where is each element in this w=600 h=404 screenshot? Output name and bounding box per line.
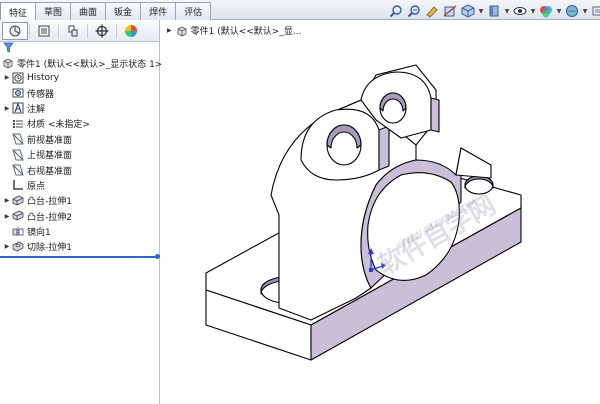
mirror-icon	[12, 226, 24, 238]
tree-item-label: History	[27, 72, 60, 83]
manager-tabs	[0, 20, 159, 42]
featuremanager-panel: 零件1 (默认<<默认>_显示状态 1>) ▶ History 传感器 ▶ 注解…	[0, 20, 166, 404]
tree-item-boss-extrude1[interactable]: ▶ 凸台-拉伸1	[0, 193, 159, 208]
tree-item-cut-extrude1[interactable]: ▶ 切除-拉伸1	[0, 239, 159, 254]
rollback-bar[interactable]	[0, 254, 160, 259]
tree-root-part[interactable]: 零件1 (默认<<默认>_显示状态 1>)	[0, 56, 166, 70]
plane-icon	[12, 133, 24, 145]
tree-item-label: 镜向1	[27, 228, 51, 239]
tree-item-label: 原点	[27, 181, 46, 192]
tree-item-label: 切除-拉伸1	[27, 243, 72, 254]
annotations-icon	[12, 102, 24, 114]
feature-tree: 零件1 (默认<<默认>_显示状态 1>) ▶ History 传感器 ▶ 注解…	[0, 56, 166, 259]
plane-icon	[12, 149, 24, 161]
tree-item-label: 上视基准面	[27, 151, 73, 162]
apply-scene-dropdown-icon[interactable]: ▼	[582, 4, 588, 18]
part-model-view[interactable]	[161, 20, 600, 404]
tree-item-label: 前视基准面	[27, 135, 73, 146]
tree-filter[interactable]	[0, 42, 159, 56]
filter-icon[interactable]	[3, 42, 14, 56]
tab-evaluate[interactable]: 评估	[175, 2, 212, 20]
view-orientation-icon[interactable]	[460, 4, 476, 18]
display-style-dropdown-icon[interactable]: ▼	[504, 4, 510, 18]
tree-item-annotations[interactable]: ▶ 注解	[0, 101, 159, 116]
previous-view-icon[interactable]	[424, 4, 440, 18]
tree-item-right-plane[interactable]: 右视基准面	[0, 162, 159, 177]
display-style-icon[interactable]	[486, 4, 502, 18]
expand-arrow-icon[interactable]: ▶	[2, 197, 12, 204]
tree-item-front-plane[interactable]: 前视基准面	[0, 132, 159, 147]
edit-appearance-dropdown-icon[interactable]: ▼	[556, 4, 562, 18]
configurationmanager-icon[interactable]	[60, 22, 86, 40]
tree-item-origin[interactable]: 原点	[0, 178, 159, 193]
tab-sheet-metal[interactable]: 钣金	[105, 2, 142, 20]
tree-item-material[interactable]: 材质 <未指定>	[0, 116, 159, 131]
command-manager-tabs: 特征 草图 曲面 钣金 焊件 评估	[0, 2, 212, 21]
extrude-cut-icon	[12, 241, 24, 253]
tree-item-label: 凸台-拉伸2	[27, 212, 72, 223]
tree-item-history[interactable]: ▶ History	[0, 70, 159, 85]
history-icon	[12, 72, 24, 84]
display-manager-icon[interactable]	[118, 22, 144, 40]
part-icon	[2, 57, 14, 69]
graphics-area[interactable]: ▶ 零件1 (默认<<默认>_显... 软件自学网 WWW.RJZXW.COM	[161, 20, 600, 404]
expand-arrow-icon[interactable]: ▶	[2, 74, 12, 81]
command-manager-tab-strip: 特征 草图 曲面 钣金 焊件 评估 ▼ ▼ ▼ ▼ ▼	[0, 0, 600, 21]
tree-item-sensors[interactable]: 传感器	[0, 85, 159, 100]
view-settings-icon[interactable]	[590, 4, 600, 18]
zoom-to-fit-icon[interactable]	[388, 4, 404, 18]
tree-item-boss-extrude2[interactable]: ▶ 凸台-拉伸2	[0, 209, 159, 224]
dimxpert-icon[interactable]	[89, 22, 115, 40]
expand-arrow-icon[interactable]: ▶	[2, 105, 12, 112]
featuremanager-icon[interactable]	[2, 21, 28, 40]
tree-item-top-plane[interactable]: 上视基准面	[0, 147, 159, 162]
tree-item-label: 凸台-拉伸1	[27, 197, 72, 208]
section-view-icon[interactable]	[442, 4, 458, 18]
material-icon	[12, 118, 24, 130]
hide-show-icon[interactable]	[512, 4, 528, 18]
tree-root-label: 零件1 (默认<<默认>_显示状态 1>)	[17, 59, 166, 70]
hide-show-dropdown-icon[interactable]: ▼	[530, 4, 536, 18]
tab-surfaces[interactable]: 曲面	[70, 2, 107, 20]
origin-icon	[12, 179, 24, 191]
sensors-icon	[12, 87, 24, 99]
tab-weldments[interactable]: 焊件	[140, 2, 177, 20]
tree-item-mirror1[interactable]: 镜向1	[0, 224, 159, 239]
zoom-area-icon[interactable]	[406, 4, 422, 18]
expand-arrow-icon[interactable]: ▶	[2, 243, 12, 250]
view-orientation-dropdown-icon[interactable]: ▼	[478, 4, 484, 18]
extrude-boss-icon	[12, 210, 24, 222]
propertymanager-icon[interactable]	[31, 22, 57, 40]
heads-up-view-toolbar: ▼ ▼ ▼ ▼ ▼ ▼	[388, 3, 600, 19]
plane-icon	[12, 164, 24, 176]
tree-item-label: 传感器	[27, 89, 55, 100]
tab-features[interactable]: 特征	[0, 2, 37, 21]
tree-item-label: 右视基准面	[27, 166, 73, 177]
edit-appearance-icon[interactable]	[538, 4, 554, 18]
expand-arrow-icon[interactable]: ▶	[2, 213, 12, 220]
tree-item-label: 材质 <未指定>	[27, 120, 90, 131]
extrude-boss-icon	[12, 195, 24, 207]
tree-item-label: 注解	[27, 104, 46, 115]
apply-scene-icon[interactable]	[564, 4, 580, 18]
tab-sketch[interactable]: 草图	[35, 2, 72, 20]
